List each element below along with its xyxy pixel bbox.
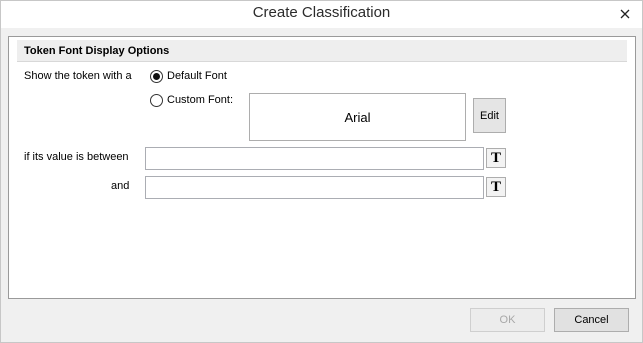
close-icon	[620, 9, 630, 19]
lower-value-input[interactable]	[145, 147, 484, 170]
and-label: and	[111, 180, 130, 192]
group-header: Token Font Display Options	[17, 40, 627, 62]
custom-font-label[interactable]: Custom Font:	[167, 94, 233, 106]
dialog-content: Token Font Display Options Show the toke…	[8, 36, 636, 299]
create-classification-dialog: Create Classification Token Font Display…	[0, 0, 643, 343]
default-font-radio[interactable]	[150, 70, 163, 83]
default-font-label[interactable]: Default Font	[167, 70, 227, 82]
font-preview-name: Arial	[344, 109, 371, 125]
text-format-icon: T	[490, 149, 501, 166]
ok-button[interactable]: OK	[470, 308, 545, 332]
lower-token-button[interactable]: T	[486, 148, 506, 168]
close-button[interactable]	[614, 5, 636, 23]
window-title: Create Classification	[252, 4, 391, 21]
custom-font-radio[interactable]	[150, 94, 163, 107]
upper-token-button[interactable]: T	[486, 177, 506, 197]
edit-font-button[interactable]: Edit	[473, 98, 506, 133]
upper-value-input[interactable]	[145, 176, 484, 199]
custom-font-preview: Arial	[249, 93, 466, 141]
between-label: if its value is between	[24, 151, 129, 163]
show-token-label: Show the token with a	[24, 70, 132, 82]
text-format-icon: T	[490, 178, 501, 195]
cancel-button[interactable]: Cancel	[554, 308, 629, 332]
title-bar[interactable]: Create Classification	[1, 1, 642, 28]
